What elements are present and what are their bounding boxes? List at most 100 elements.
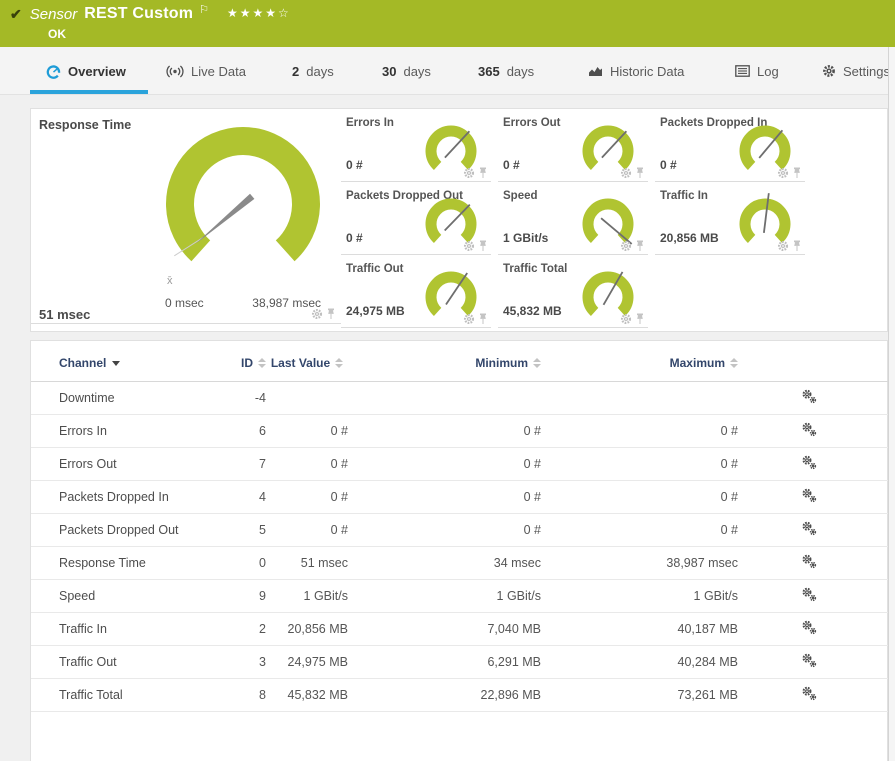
tab-settings-label: Settings	[843, 64, 890, 79]
channel-gauge-cell[interactable]: Traffic Out 24,975 MB	[341, 255, 491, 328]
column-header-channel[interactable]: Channel	[31, 341, 221, 382]
channel-minimum-cell: 0 #	[348, 448, 541, 481]
channel-gauge-cell[interactable]: Speed 1 GBit/s	[498, 182, 648, 255]
channel-row[interactable]: Traffic Total 8 45,832 MB 22,896 MB 73,2…	[31, 679, 889, 712]
tab-overview[interactable]: Overview	[46, 47, 126, 95]
channel-maximum-cell: 0 #	[541, 448, 738, 481]
channel-name-cell[interactable]: Packets Dropped Out	[31, 514, 221, 547]
tab-30-days-unit: days	[403, 64, 430, 79]
channel-name-cell[interactable]: Response Time	[31, 547, 221, 580]
tab-365-days-number: 365	[478, 64, 500, 79]
channel-settings-gears-icon[interactable]	[801, 521, 818, 536]
gauge-settings-gear-icon[interactable]	[463, 167, 475, 179]
channel-last-value-cell: 24,975 MB	[266, 646, 348, 679]
channel-last-value-cell	[266, 382, 348, 415]
gauge-settings-gear-icon[interactable]	[620, 240, 632, 252]
tab-historic-data[interactable]: Historic Data	[588, 47, 684, 95]
channel-gauge-cell[interactable]: Packets Dropped In 0 #	[655, 109, 805, 182]
channel-minimum-cell: 0 #	[348, 481, 541, 514]
column-header-minimum[interactable]: Minimum	[348, 341, 541, 382]
tab-log-label: Log	[757, 64, 779, 79]
tab-log[interactable]: Log	[735, 47, 779, 95]
gauge-settings-gear-icon[interactable]	[777, 167, 789, 179]
active-tab-indicator	[30, 90, 148, 94]
scrollbar-track[interactable]	[889, 47, 895, 761]
tab-2-days[interactable]: 2 days	[292, 47, 334, 95]
response-time-gauge[interactable]: x̄	[155, 124, 331, 300]
column-header-maximum[interactable]: Maximum	[541, 341, 738, 382]
channel-settings-gears-icon[interactable]	[801, 488, 818, 503]
response-time-gauge-cell[interactable]: Response Time x̄ 0 msec 38,987 msec 51 m…	[31, 109, 341, 324]
channel-last-value-cell: 0 #	[266, 514, 348, 547]
channel-row[interactable]: Packets Dropped Out 5 0 # 0 # 0 #	[31, 514, 889, 547]
tab-365-days[interactable]: 365 days	[478, 47, 534, 95]
gauge-settings-gear-icon[interactable]	[620, 313, 632, 325]
channel-minimum-cell: 7,040 MB	[348, 613, 541, 646]
channel-settings-gears-icon[interactable]	[801, 587, 818, 602]
channel-row[interactable]: Errors Out 7 0 # 0 # 0 #	[31, 448, 889, 481]
channel-row[interactable]: Response Time 0 51 msec 34 msec 38,987 m…	[31, 547, 889, 580]
pin-gauge-icon[interactable]	[635, 167, 645, 179]
channel-settings-gears-icon[interactable]	[801, 554, 818, 569]
sensor-name: REST Custom	[84, 5, 193, 23]
pin-gauge-icon[interactable]	[478, 240, 488, 252]
gauge-settings-gear-icon[interactable]	[311, 308, 323, 320]
gauge-settings-gear-icon[interactable]	[777, 240, 789, 252]
channel-last-value-cell: 45,832 MB	[266, 679, 348, 712]
pin-gauge-icon[interactable]	[792, 240, 802, 252]
sort-desc-icon	[112, 361, 120, 366]
channel-settings-gears-icon[interactable]	[801, 620, 818, 635]
channel-name-cell[interactable]: Traffic Total	[31, 679, 221, 712]
column-header-id[interactable]: ID	[221, 341, 266, 382]
pin-gauge-icon[interactable]	[478, 167, 488, 179]
channel-settings-gears-icon[interactable]	[801, 653, 818, 668]
pin-gauge-icon[interactable]	[326, 308, 336, 320]
gauge-title: Response Time	[39, 118, 131, 132]
channel-gauge-cell[interactable]: Errors In 0 #	[341, 109, 491, 182]
channel-name-cell[interactable]: Downtime	[31, 382, 221, 415]
channel-id-cell: 3	[221, 646, 266, 679]
channel-settings-gears-icon[interactable]	[801, 389, 818, 404]
channel-name-cell[interactable]: Errors Out	[31, 448, 221, 481]
pin-gauge-icon[interactable]	[478, 313, 488, 325]
channel-name-cell[interactable]: Packets Dropped In	[31, 481, 221, 514]
channel-minimum-cell: 34 msec	[348, 547, 541, 580]
channel-name-cell[interactable]: Speed	[31, 580, 221, 613]
channel-row[interactable]: Downtime -4	[31, 382, 889, 415]
pin-gauge-icon[interactable]	[635, 313, 645, 325]
gauge-settings-gear-icon[interactable]	[463, 240, 475, 252]
channel-id-cell: 4	[221, 481, 266, 514]
channel-gauge-cell[interactable]: Traffic In 20,856 MB	[655, 182, 805, 255]
channel-gauge-cell[interactable]: Packets Dropped Out 0 #	[341, 182, 491, 255]
channel-maximum-cell: 0 #	[541, 481, 738, 514]
tab-30-days[interactable]: 30 days	[382, 47, 431, 95]
gauge-settings-gear-icon[interactable]	[620, 167, 632, 179]
tab-historic-data-label: Historic Data	[610, 64, 684, 79]
gauge-current-value: 45,832 MB	[503, 304, 562, 318]
pin-gauge-icon[interactable]	[635, 240, 645, 252]
gauge-settings-gear-icon[interactable]	[463, 313, 475, 325]
channel-gauge-cell[interactable]: Traffic Total 45,832 MB	[498, 255, 648, 328]
channel-name-cell[interactable]: Traffic Out	[31, 646, 221, 679]
pin-gauge-icon[interactable]	[792, 167, 802, 179]
tab-settings[interactable]: Settings	[822, 47, 890, 95]
channel-row[interactable]: Packets Dropped In 4 0 # 0 # 0 #	[31, 481, 889, 514]
column-header-last-value[interactable]: Last Value	[266, 341, 348, 382]
channel-row[interactable]: Speed 9 1 GBit/s 1 GBit/s 1 GBit/s	[31, 580, 889, 613]
channel-settings-gears-icon[interactable]	[801, 686, 818, 701]
favorite-rating[interactable]: ★★★★☆	[227, 6, 291, 20]
channel-row[interactable]: Traffic Out 3 24,975 MB 6,291 MB 40,284 …	[31, 646, 889, 679]
channel-row[interactable]: Errors In 6 0 # 0 # 0 #	[31, 415, 889, 448]
channel-id-cell: 6	[221, 415, 266, 448]
channel-settings-gears-icon[interactable]	[801, 455, 818, 470]
priority-flag-icon[interactable]: ⚐	[199, 3, 209, 16]
channel-row[interactable]: Traffic In 2 20,856 MB 7,040 MB 40,187 M…	[31, 613, 889, 646]
channel-name-cell[interactable]: Errors In	[31, 415, 221, 448]
object-type-label: Sensor	[30, 6, 78, 23]
channel-name-cell[interactable]: Traffic In	[31, 613, 221, 646]
gauge-title: Errors Out	[503, 117, 561, 129]
channel-settings-gears-icon[interactable]	[801, 422, 818, 437]
tab-live-data[interactable]: Live Data	[166, 47, 246, 95]
channel-gauge-cell[interactable]: Errors Out 0 #	[498, 109, 648, 182]
gauge-title: Traffic In	[660, 190, 708, 202]
